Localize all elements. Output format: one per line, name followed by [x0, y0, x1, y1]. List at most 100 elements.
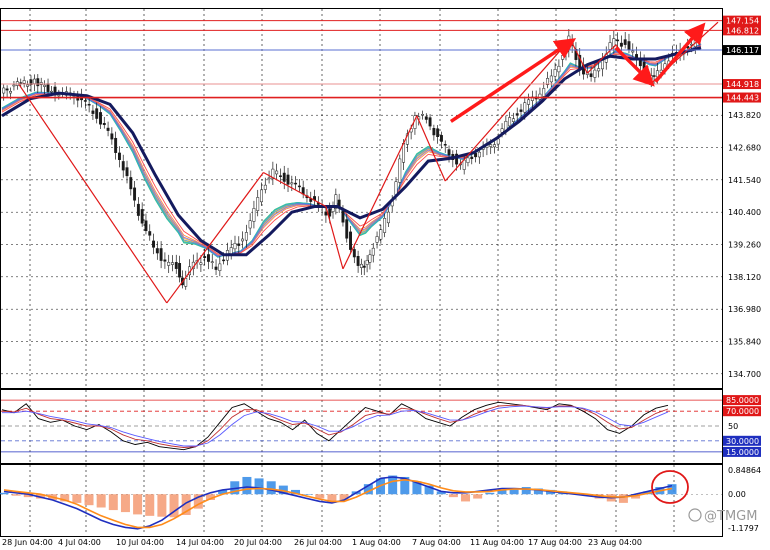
candle-body: [523, 102, 527, 113]
macd-histogram-bar: [461, 494, 471, 502]
candle-body: [174, 262, 178, 269]
macd-histogram-bar: [11, 494, 21, 496]
candle-body: [601, 60, 604, 70]
price-tick-label: 141.540: [728, 176, 761, 185]
candle-body: [627, 41, 631, 50]
candle-body: [436, 128, 440, 137]
candle-body: [511, 118, 515, 122]
candle-body: [398, 158, 402, 183]
candle-body: [466, 157, 470, 163]
candle-body: [589, 73, 593, 77]
date-tick-label: 10 Jul 04:00: [116, 538, 164, 547]
macd-histogram-bar: [72, 494, 82, 503]
date-tick-label: 28 Jun 04:00: [2, 538, 53, 547]
candle-body: [359, 263, 363, 268]
candle-body: [447, 149, 451, 156]
candle-body: [43, 84, 47, 87]
candle-body: [428, 117, 432, 127]
candle-body: [386, 211, 390, 224]
candle-body: [352, 249, 356, 258]
stochastic-level-label: 70.0000: [726, 407, 759, 416]
candle-body: [356, 256, 360, 266]
candle-body: [32, 78, 36, 84]
candle-body: [178, 263, 182, 278]
candle-body: [297, 185, 301, 188]
candle-body: [12, 84, 16, 87]
candle-body: [439, 135, 443, 142]
candle-body: [218, 263, 222, 271]
candle-body: [2, 87, 6, 94]
candle-body: [5, 88, 9, 91]
candle-body: [362, 265, 366, 268]
macd-tick-label: 0.00: [728, 490, 746, 499]
candle-body: [349, 231, 352, 250]
candle-body: [341, 210, 345, 223]
price-panel: 143.820 142.680 141.540 140.400 139.260 138.1…: [0, 8, 761, 389]
candle-body: [99, 112, 102, 125]
candle-body: [424, 116, 428, 120]
candle-body: [140, 209, 144, 224]
candle-body: [496, 138, 500, 145]
candle-body: [294, 182, 298, 185]
candle-body: [286, 174, 290, 185]
price-frame: [0, 8, 723, 389]
candle-body: [527, 99, 531, 105]
candle-body: [210, 261, 214, 263]
candle-body: [542, 88, 546, 97]
candle-body: [549, 75, 553, 83]
candle-body: [256, 197, 260, 211]
candle-body: [241, 238, 245, 242]
date-tick-label: 11 Aug 04:00: [470, 538, 524, 547]
candle-body: [49, 90, 53, 93]
candle-body: [133, 187, 137, 201]
price-tick-label: 140.400: [728, 208, 761, 217]
candle-body: [489, 144, 493, 147]
price-tick-label: 139.260: [728, 241, 761, 250]
candle-body: [290, 182, 294, 185]
price-tick-label: 134.700: [728, 370, 761, 379]
candle-body: [152, 240, 155, 248]
price-level-label: 144.443: [726, 94, 759, 103]
candle-body: [616, 39, 620, 42]
candle-body: [331, 207, 335, 212]
candle-body: [593, 69, 597, 78]
candle-body: [519, 109, 523, 112]
candle-body: [608, 42, 612, 50]
candle-body: [163, 259, 167, 262]
candle-body: [379, 229, 383, 240]
price-tick-label: 142.680: [728, 144, 761, 153]
candle-body: [144, 220, 148, 232]
candle-body: [136, 203, 140, 216]
candle-body: [267, 177, 271, 180]
date-tick-label: 1 Aug 04:00: [352, 538, 401, 547]
candle-body: [83, 100, 87, 102]
candle-body: [199, 262, 203, 265]
macd-histogram-bar: [120, 494, 130, 513]
candle-body: [561, 55, 565, 60]
macd-histogram-bar: [242, 476, 252, 495]
macd-tick-label: -1.1797: [728, 524, 759, 533]
stochastic-panel: 85.0000 70.0000 50 30.0000 15.0000: [0, 389, 761, 464]
macd-histogram-bar: [485, 492, 495, 495]
candle-body: [477, 151, 481, 158]
candle-body: [252, 208, 256, 222]
candle-body: [87, 103, 91, 106]
price-tick-label: 135.840: [728, 337, 761, 346]
candle-body: [19, 82, 23, 84]
candle-body: [493, 144, 496, 148]
candle-body: [121, 161, 125, 171]
candle-body: [125, 167, 129, 177]
candle-body: [214, 266, 218, 270]
price-tick-label: 143.820: [728, 111, 761, 120]
candle-body: [368, 254, 372, 263]
price-tick-label: 138.120: [728, 273, 761, 282]
candle-body: [597, 68, 601, 72]
candle-body: [203, 256, 207, 259]
candle-body: [167, 261, 171, 266]
price-tick-label: 136.980: [728, 305, 761, 314]
macd-histogram-bar: [473, 494, 483, 499]
candle-body: [432, 128, 436, 136]
candle-body: [244, 232, 248, 241]
candle-body: [129, 177, 133, 190]
date-tick-label: 23 Aug 04:00: [588, 538, 642, 547]
